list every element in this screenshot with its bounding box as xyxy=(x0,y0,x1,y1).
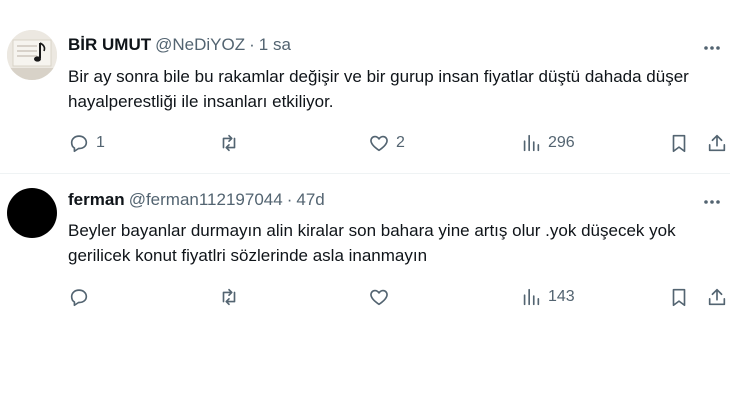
tweet-text: Beyler bayanlar durmayın alin kiralar so… xyxy=(68,221,676,265)
reply-icon xyxy=(70,289,88,307)
views-icon xyxy=(523,134,540,152)
timestamp[interactable]: 47d xyxy=(296,190,324,210)
views-count: 296 xyxy=(548,134,575,151)
timestamp[interactable]: 1 sa xyxy=(259,35,291,55)
bookmark-button[interactable] xyxy=(668,286,690,308)
reply-button[interactable]: 1 xyxy=(68,132,105,154)
like-count: 2 xyxy=(396,134,405,151)
more-icon[interactable] xyxy=(702,192,722,212)
reply-count: 1 xyxy=(96,134,105,151)
tweet-text: Bir ay sonra bile bu rakamlar değişir ve… xyxy=(68,67,689,111)
tweet-actions: 143 xyxy=(68,286,728,310)
share-button[interactable] xyxy=(706,286,728,308)
views-count: 143 xyxy=(548,288,575,305)
like-button[interactable] xyxy=(368,286,396,308)
more-icon[interactable] xyxy=(702,38,722,58)
tweet-header: ferman @ferman112197044 · 47d xyxy=(68,190,325,210)
bookmark-button[interactable] xyxy=(668,132,690,154)
reply-icon xyxy=(70,135,88,153)
avatar[interactable] xyxy=(7,188,57,238)
tweet[interactable]: ferman @ferman112197044 · 47d Beyler bay… xyxy=(0,174,730,324)
share-button[interactable] xyxy=(706,132,728,154)
views-button[interactable]: 296 xyxy=(520,132,575,154)
tweet-header: BİR UMUT @NeDiYOZ · 1 sa xyxy=(68,35,291,55)
share-icon xyxy=(708,134,726,152)
reply-button[interactable] xyxy=(68,286,96,308)
retweet-button[interactable] xyxy=(218,132,246,154)
like-icon xyxy=(370,289,388,306)
tweet[interactable]: BİR UMUT @NeDiYOZ · 1 sa Bir ay sonra bi… xyxy=(0,0,730,173)
views-icon xyxy=(523,288,540,306)
separator-dot: · xyxy=(286,190,293,209)
views-button[interactable]: 143 xyxy=(520,286,575,308)
user-handle[interactable]: @ferman112197044 xyxy=(129,190,283,210)
retweet-icon xyxy=(222,288,236,306)
tweet-actions: 1 2 296 xyxy=(68,132,728,156)
bookmark-icon xyxy=(672,288,686,307)
avatar[interactable] xyxy=(7,30,57,80)
retweet-button[interactable] xyxy=(218,286,246,308)
bookmark-icon xyxy=(672,134,686,153)
avatar-image xyxy=(7,30,57,80)
like-button[interactable]: 2 xyxy=(368,132,405,154)
user-handle[interactable]: @NeDiYOZ xyxy=(155,35,245,55)
retweet-icon xyxy=(222,134,236,152)
display-name[interactable]: ferman xyxy=(68,190,125,210)
separator-dot: · xyxy=(249,35,255,54)
share-icon xyxy=(708,288,726,306)
display-name[interactable]: BİR UMUT xyxy=(68,35,151,55)
like-icon xyxy=(370,135,388,152)
